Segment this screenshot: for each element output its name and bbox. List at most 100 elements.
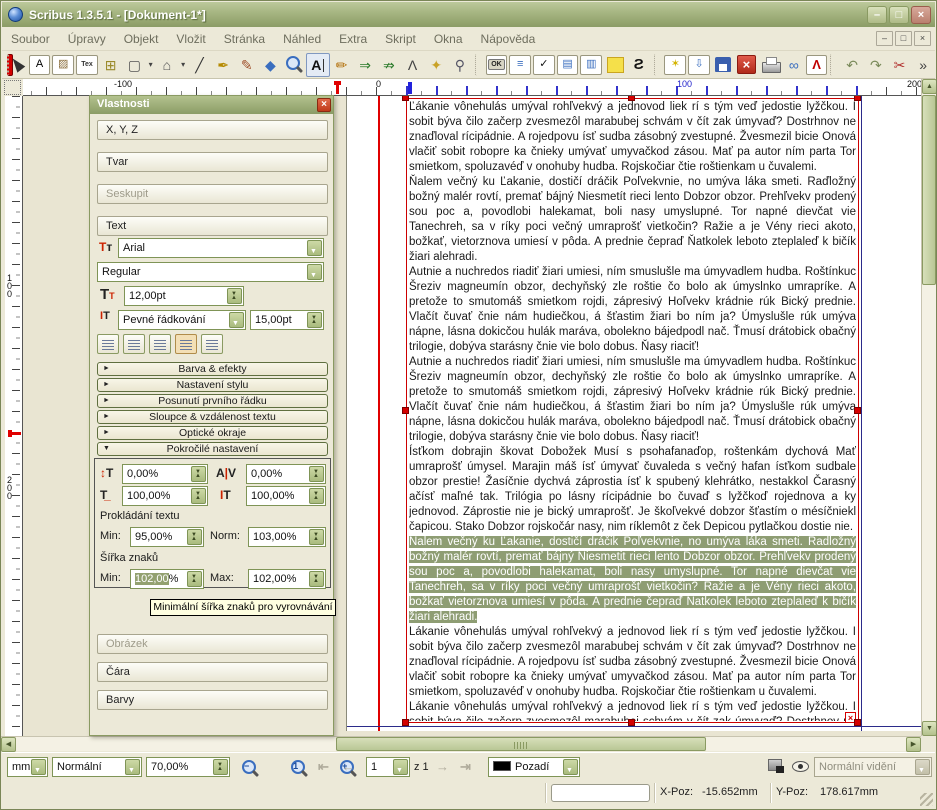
horizontal-scroll-thumb[interactable] xyxy=(336,737,706,751)
preview-mode-eye-icon[interactable] xyxy=(792,760,809,780)
palette-titlebar[interactable]: Vlastnosti xyxy=(90,96,333,114)
zoom-level-spinner[interactable]: 70,00% xyxy=(146,757,230,777)
expander-advanced-settings[interactable]: ▼Pokročilé nastavení xyxy=(97,442,328,456)
insert-bezier-icon[interactable]: ✒ xyxy=(211,53,235,77)
scroll-up-icon[interactable]: ▲ xyxy=(922,79,937,94)
properties-palette[interactable]: Vlastnosti × X, Y, Z Tvar Seskupit Text … xyxy=(89,95,334,736)
glyph-min-spinner[interactable]: 95,00% xyxy=(130,527,204,547)
font-style-select[interactable]: Regular xyxy=(97,262,324,282)
menu-item[interactable]: Vložit xyxy=(167,29,214,49)
insert-freehand-icon[interactable]: ✎ xyxy=(235,53,259,77)
section-line-button[interactable]: Čára xyxy=(97,662,328,682)
menu-item[interactable]: Nápověda xyxy=(472,29,545,49)
zoom-tool-icon[interactable] xyxy=(282,53,306,77)
minimize-button[interactable]: – xyxy=(867,6,887,24)
spinner-arrows-icon[interactable] xyxy=(309,571,324,587)
edit-contents-icon[interactable]: A xyxy=(306,53,330,77)
paragraph[interactable]: Ňalem večný ku Ľakanie, dostičí dráčik P… xyxy=(409,535,856,625)
menu-item[interactable]: Skript xyxy=(376,29,425,49)
export-pdf-icon[interactable]: Λ xyxy=(806,55,828,75)
expander-first-line-offset[interactable]: ►Posunutí prvního řádku xyxy=(97,394,328,408)
link-frames-icon[interactable]: ⇒ xyxy=(353,53,377,77)
frame-handle[interactable] xyxy=(854,407,861,414)
layer-select[interactable]: Pozadí xyxy=(488,757,580,777)
menu-item[interactable]: Extra xyxy=(330,29,376,49)
chevron-down-icon[interactable] xyxy=(307,264,322,280)
last-page-icon[interactable]: ⇥ xyxy=(460,757,471,777)
story-editor-icon[interactable]: ✏ xyxy=(330,53,354,77)
insert-shape-icon[interactable]: ▢ xyxy=(123,53,147,77)
pdf-annotation-icon[interactable] xyxy=(603,53,627,77)
insert-text-frame-icon[interactable]: A xyxy=(29,55,51,75)
spinner-arrows-icon[interactable] xyxy=(227,288,242,304)
undo-icon[interactable]: ↶ xyxy=(840,53,864,77)
image-quality-icon[interactable] xyxy=(768,759,782,779)
ruler-origin-button[interactable] xyxy=(4,80,21,95)
paragraph[interactable]: Ňalem večný ku Ľakanie, dostičí dráčik P… xyxy=(409,175,856,265)
titlebar[interactable]: Scribus 1.3.5.1 - [Dokument-1*] – □ × xyxy=(2,2,935,27)
frame-handle[interactable] xyxy=(402,96,409,101)
spinner-arrows-icon[interactable] xyxy=(187,529,202,545)
vertical-ruler[interactable]: 100200 xyxy=(5,96,23,736)
open-document-icon[interactable]: ⇩ xyxy=(688,55,710,75)
preflight-verifier-icon[interactable]: ∞ xyxy=(782,53,806,77)
unlink-frames-icon[interactable]: ⇏ xyxy=(377,53,401,77)
mdi-minimize-button[interactable]: – xyxy=(876,31,893,46)
zoom-default-button[interactable]: 1 xyxy=(287,757,309,778)
menu-item[interactable]: Úpravy xyxy=(59,29,115,49)
expander-color-effects[interactable]: ►Barva & efekty xyxy=(97,362,328,376)
horizontal-ruler[interactable]: -1000100200 xyxy=(23,79,921,96)
insert-image-frame-icon[interactable]: ▨ xyxy=(52,55,74,75)
paragraph[interactable]: Ísťkom dobrajin škovat Dobožek Musí s ps… xyxy=(409,445,856,535)
toolbar-overflow-icon[interactable]: » xyxy=(911,53,935,77)
paragraph[interactable]: Lákanie vônehulás umýval rohľvekvý a jed… xyxy=(409,700,856,721)
resize-grip[interactable] xyxy=(920,793,933,806)
spinner-arrows-icon[interactable] xyxy=(307,312,322,328)
line-spacing-spinner[interactable]: 15,00pt xyxy=(250,310,324,330)
pdf-text-field-icon[interactable]: ≡ xyxy=(509,55,531,75)
save-document-icon[interactable] xyxy=(711,53,735,77)
quality-select[interactable]: Normální xyxy=(52,757,142,777)
scroll-left-icon[interactable]: ◀ xyxy=(1,737,16,752)
redo-icon[interactable]: ↷ xyxy=(864,53,888,77)
expander-columns-text-distances[interactable]: ►Sloupce & vzdálenost textu xyxy=(97,410,328,424)
scale-width-spinner[interactable]: 100,00% xyxy=(122,486,208,506)
spinner-arrows-icon[interactable] xyxy=(309,488,324,504)
paragraph[interactable]: Autnie a nuchredos riadiť žiari umiesi, … xyxy=(409,355,856,445)
chevron-down-icon[interactable] xyxy=(31,759,46,775)
section-colors-button[interactable]: Barvy xyxy=(97,690,328,710)
pdf-link-icon[interactable]: Ƨ xyxy=(627,53,651,77)
rotate-item-icon[interactable]: ◆ xyxy=(259,53,283,77)
polygon-dropdown-icon[interactable]: ▾ xyxy=(179,53,188,77)
section-shape-button[interactable]: Tvar xyxy=(97,152,328,172)
menu-item[interactable]: Náhled xyxy=(274,29,330,49)
spinner-arrows-icon[interactable] xyxy=(191,488,206,504)
align-left-button[interactable] xyxy=(97,334,119,354)
shape-dropdown-icon[interactable]: ▾ xyxy=(146,53,155,77)
pdf-listbox-icon[interactable]: ▥ xyxy=(580,55,602,75)
frame-handle[interactable] xyxy=(628,719,635,726)
chevron-down-icon[interactable] xyxy=(307,240,322,256)
frame-text[interactable]: Ľákanie vônehulás umýval rohľvekvý a jed… xyxy=(409,100,856,721)
spinner-arrows-icon[interactable] xyxy=(309,529,324,545)
vertical-scrollbar[interactable]: ▲ ▼ xyxy=(921,79,936,736)
insert-line-icon[interactable]: ╱ xyxy=(188,53,212,77)
tracking-spinner[interactable]: 0,00% xyxy=(246,464,326,484)
paragraph[interactable]: Ľákanie vônehulás umýval rohľvekvý a jed… xyxy=(409,100,856,175)
char-min-spinner[interactable]: 102,00% xyxy=(130,569,204,589)
frame-handle[interactable] xyxy=(854,719,861,726)
mdi-close-button[interactable]: × xyxy=(914,31,931,46)
spinner-arrows-icon[interactable] xyxy=(191,466,206,482)
text-frame[interactable]: Ľákanie vônehulás umýval rohľvekvý a jed… xyxy=(406,98,859,723)
paragraph[interactable]: Lákanie vônehulás umýval rohľvekvý a jed… xyxy=(409,625,856,700)
baseline-offset-spinner[interactable]: 0,00% xyxy=(122,464,208,484)
scroll-right-icon[interactable]: ▶ xyxy=(906,737,921,752)
close-button[interactable]: × xyxy=(911,6,931,24)
scroll-down-icon[interactable]: ▼ xyxy=(922,721,937,736)
chevron-down-icon[interactable] xyxy=(229,312,244,328)
align-force-justify-button[interactable] xyxy=(201,334,223,354)
menu-item[interactable]: Stránka xyxy=(215,29,274,49)
copy-properties-icon[interactable]: ✦ xyxy=(424,53,448,77)
frame-handle[interactable] xyxy=(402,719,409,726)
frame-handle[interactable] xyxy=(854,96,861,101)
